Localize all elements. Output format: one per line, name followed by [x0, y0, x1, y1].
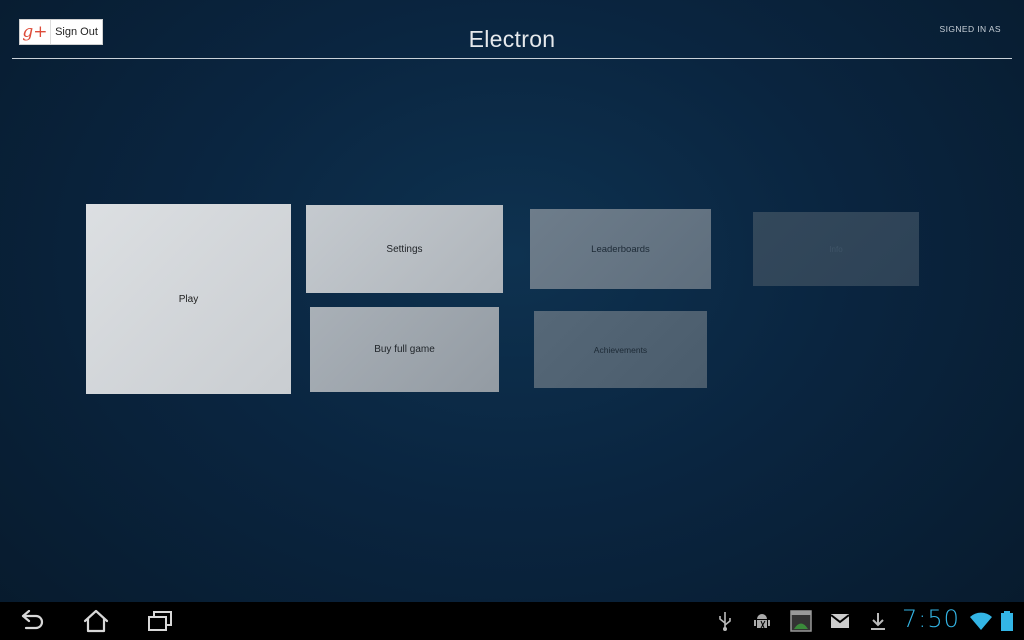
- play-button[interactable]: Play: [86, 204, 291, 394]
- page-title: Electron: [468, 26, 556, 52]
- battery-icon: [994, 608, 1020, 634]
- signed-in-label: SIGNED IN AS: [939, 24, 1001, 34]
- recent-apps-button[interactable]: [142, 606, 178, 636]
- header-divider: [12, 58, 1012, 59]
- gmail-icon: [827, 608, 853, 634]
- home-icon: [83, 609, 109, 633]
- back-button[interactable]: [14, 606, 50, 636]
- buy-full-game-button[interactable]: Buy full game: [310, 307, 499, 392]
- leaderboards-label: Leaderboards: [591, 243, 650, 255]
- wifi-icon: [968, 608, 994, 634]
- info-button[interactable]: Info: [753, 212, 919, 286]
- play-label: Play: [178, 293, 199, 305]
- achievements-label: Achievements: [593, 344, 648, 355]
- settings-label: Settings: [386, 243, 423, 255]
- buy-full-game-label: Buy full game: [374, 344, 435, 355]
- system-navigation-bar: 7:50: [0, 602, 1024, 640]
- home-button[interactable]: [78, 606, 114, 636]
- usb-icon: [712, 608, 738, 634]
- recent-apps-icon: [148, 611, 172, 631]
- leaderboards-button[interactable]: Leaderboards: [530, 209, 711, 289]
- screenshot-icon: [788, 608, 814, 634]
- settings-button[interactable]: Settings: [306, 205, 503, 293]
- info-label: Info: [829, 244, 843, 254]
- system-clock: 7:50: [902, 605, 960, 633]
- achievements-button[interactable]: Achievements: [534, 311, 707, 388]
- back-icon: [21, 610, 44, 630]
- android-debug-icon: [749, 608, 775, 634]
- download-icon: [865, 608, 891, 634]
